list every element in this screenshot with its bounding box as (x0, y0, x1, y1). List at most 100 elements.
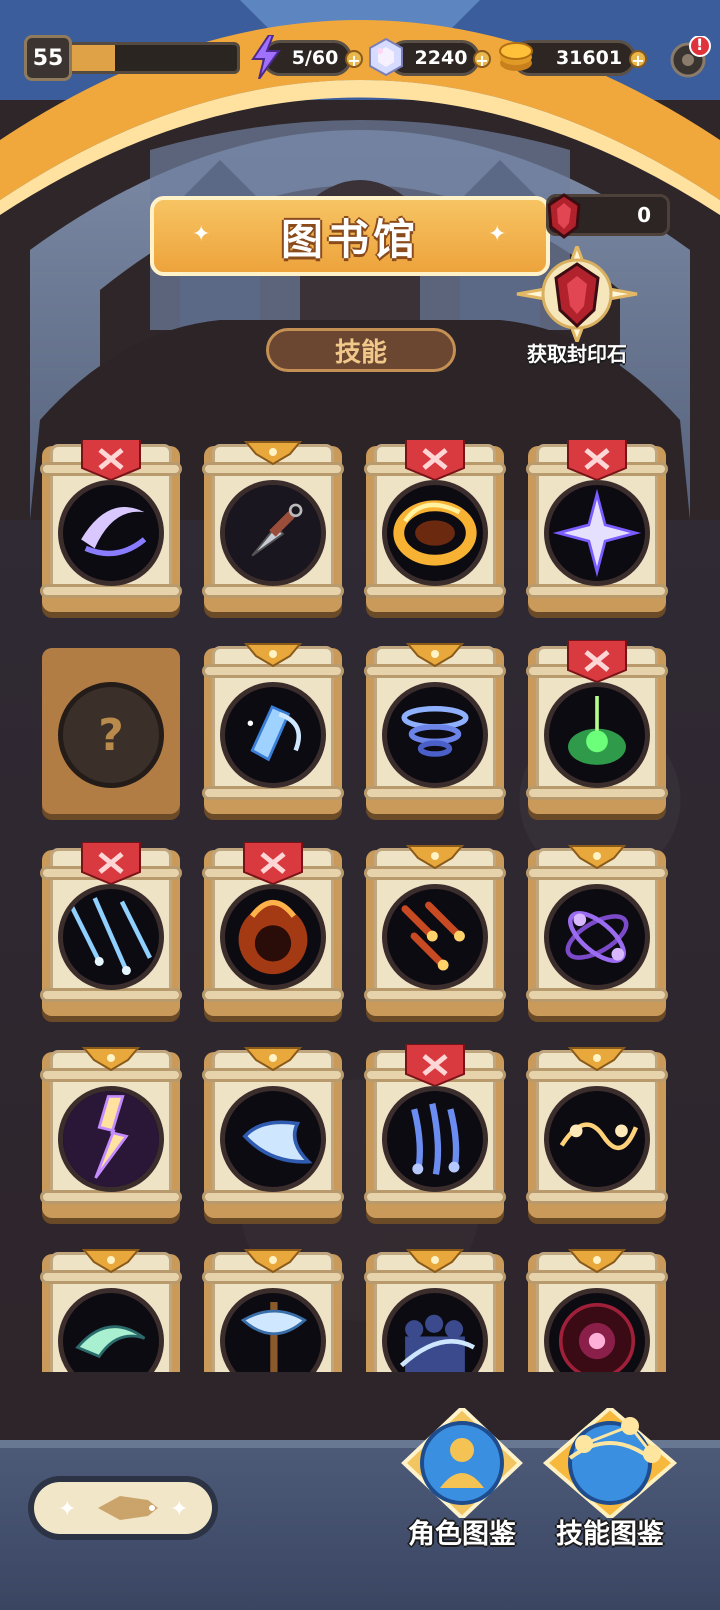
scroll-roll (202, 1190, 344, 1204)
gold-crest-icon (564, 1246, 630, 1288)
gold-crest-icon (78, 1246, 144, 1288)
spirit-claw-icon (382, 1086, 488, 1192)
character-codex-button[interactable]: 角色图鉴 (392, 1405, 532, 1558)
scroll-roll (364, 786, 506, 800)
seal-stone-icon (547, 193, 581, 239)
boomerang-icon (220, 1086, 326, 1192)
add-energy-button[interactable]: + (345, 50, 363, 69)
skill-card[interactable] (522, 440, 672, 618)
question-mark-icon: ? (58, 682, 164, 788)
gear-icon (670, 35, 711, 78)
scroll-roll (40, 584, 182, 598)
settings-button[interactable]: ! (668, 35, 712, 80)
scroll-roll (526, 786, 668, 800)
lightning-strike-icon (58, 1086, 164, 1192)
skill-card[interactable] (522, 639, 672, 820)
four-point-star-icon (544, 480, 650, 586)
page-title: 图书馆 (280, 214, 419, 264)
svg-text:✦: ✦ (58, 1497, 76, 1522)
scroll-roll (202, 584, 344, 598)
scroll-roll (364, 1190, 506, 1204)
library-screen: 55 5/60 + 2240 + 31601 + ! 图书馆 ✦ ✦ 技能 0 … (0, 0, 720, 1610)
scroll-roll (40, 988, 182, 1002)
skill-card[interactable] (522, 844, 672, 1022)
add-coin-button[interactable]: + (629, 50, 647, 69)
skill-card[interactable] (522, 1046, 672, 1224)
title-banner: 图书馆 ✦ ✦ (110, 196, 560, 296)
get-seal-stone-button[interactable]: 获取封印石 (512, 241, 642, 366)
scroll-roll (526, 988, 668, 1002)
skill-card[interactable] (198, 841, 348, 1022)
sparkle-icon: ✦ (488, 222, 507, 247)
scroll-roll (202, 786, 344, 800)
skill-codex-button[interactable]: 技能图鉴 (540, 1405, 680, 1558)
chain-lightning-icon (544, 1086, 650, 1192)
sealed-tag-icon (240, 841, 306, 886)
svg-text:✦: ✦ (170, 1497, 188, 1522)
skill-card[interactable] (198, 642, 348, 820)
skill-grid: ? (36, 440, 676, 1372)
ice-shard-icon (220, 682, 326, 788)
fire-ring-icon (382, 480, 488, 586)
skill-card[interactable] (360, 1043, 510, 1224)
skill-card[interactable] (36, 1046, 186, 1224)
gold-crest-icon (402, 842, 468, 884)
gold-crest-icon (402, 1246, 468, 1288)
skill-card[interactable] (198, 1248, 348, 1372)
skill-card[interactable] (36, 440, 186, 618)
sparkle-icon: ✦ (192, 222, 211, 247)
skill-card[interactable] (360, 1248, 510, 1372)
skill-codex-icon (542, 1405, 678, 1521)
sealed-tag-icon (564, 639, 630, 684)
poison-cauldron-icon (544, 682, 650, 788)
skill-card[interactable] (360, 642, 510, 820)
character-codex-icon (401, 1405, 523, 1521)
skill-card[interactable] (198, 440, 348, 618)
lightning-icon (244, 32, 288, 82)
sealed-tag-icon (564, 440, 630, 482)
skill-codex-label: 技能图鉴 (556, 1519, 664, 1550)
skill-card[interactable] (36, 1248, 186, 1372)
skill-card[interactable] (36, 841, 186, 1022)
gold-crest-icon (240, 640, 306, 682)
tab-skills-label: 技能 (334, 337, 387, 368)
sealed-tag-icon (78, 841, 144, 886)
meteor-shower-icon (382, 884, 488, 990)
kunai-icon (220, 480, 326, 586)
back-button[interactable]: ✦ ✦ (28, 1476, 218, 1540)
get-seal-stone-label: 获取封印石 (527, 342, 627, 366)
scroll-roll (364, 584, 506, 598)
scroll-roll (526, 584, 668, 598)
energy-value: 5/60 (291, 47, 339, 69)
scroll-roll (202, 988, 344, 1002)
gem-value: 2240 (414, 47, 468, 69)
settings-alert-badge: ! (696, 35, 704, 54)
scroll-roll (364, 988, 506, 1002)
sealed-tag-icon (402, 440, 468, 482)
gold-crest-icon (240, 1044, 306, 1086)
skill-card[interactable] (360, 844, 510, 1022)
top-resource-bar: 55 5/60 + 2240 + 31601 + ! (0, 30, 720, 86)
tornado-icon (382, 682, 488, 788)
player-level-badge[interactable]: 55 (24, 35, 72, 81)
orbit-orbs-icon (544, 884, 650, 990)
add-gem-button[interactable]: + (473, 50, 491, 69)
sealed-tag-icon (402, 1043, 468, 1088)
skill-card[interactable] (198, 1046, 348, 1224)
tab-skills[interactable]: 技能 (266, 328, 456, 372)
scroll-roll (40, 1190, 182, 1204)
ice-rain-icon (58, 884, 164, 990)
skill-card[interactable] (360, 440, 510, 618)
seal-stone-star-icon (516, 241, 638, 347)
locked-skill-card[interactable]: ? (36, 642, 186, 820)
gold-crest-icon (240, 440, 306, 480)
seal-stone-counter: 0 (546, 193, 670, 239)
gold-coin-icon (494, 32, 538, 82)
coin-value: 31601 (555, 47, 623, 69)
back-arrow-icon: ✦ ✦ (58, 1496, 188, 1522)
gold-crest-icon (240, 1246, 306, 1288)
back-button-plate: ✦ ✦ (34, 1482, 212, 1534)
skill-card[interactable] (522, 1248, 672, 1372)
sealed-tag-icon (78, 440, 144, 482)
player-level: 55 (32, 45, 64, 71)
